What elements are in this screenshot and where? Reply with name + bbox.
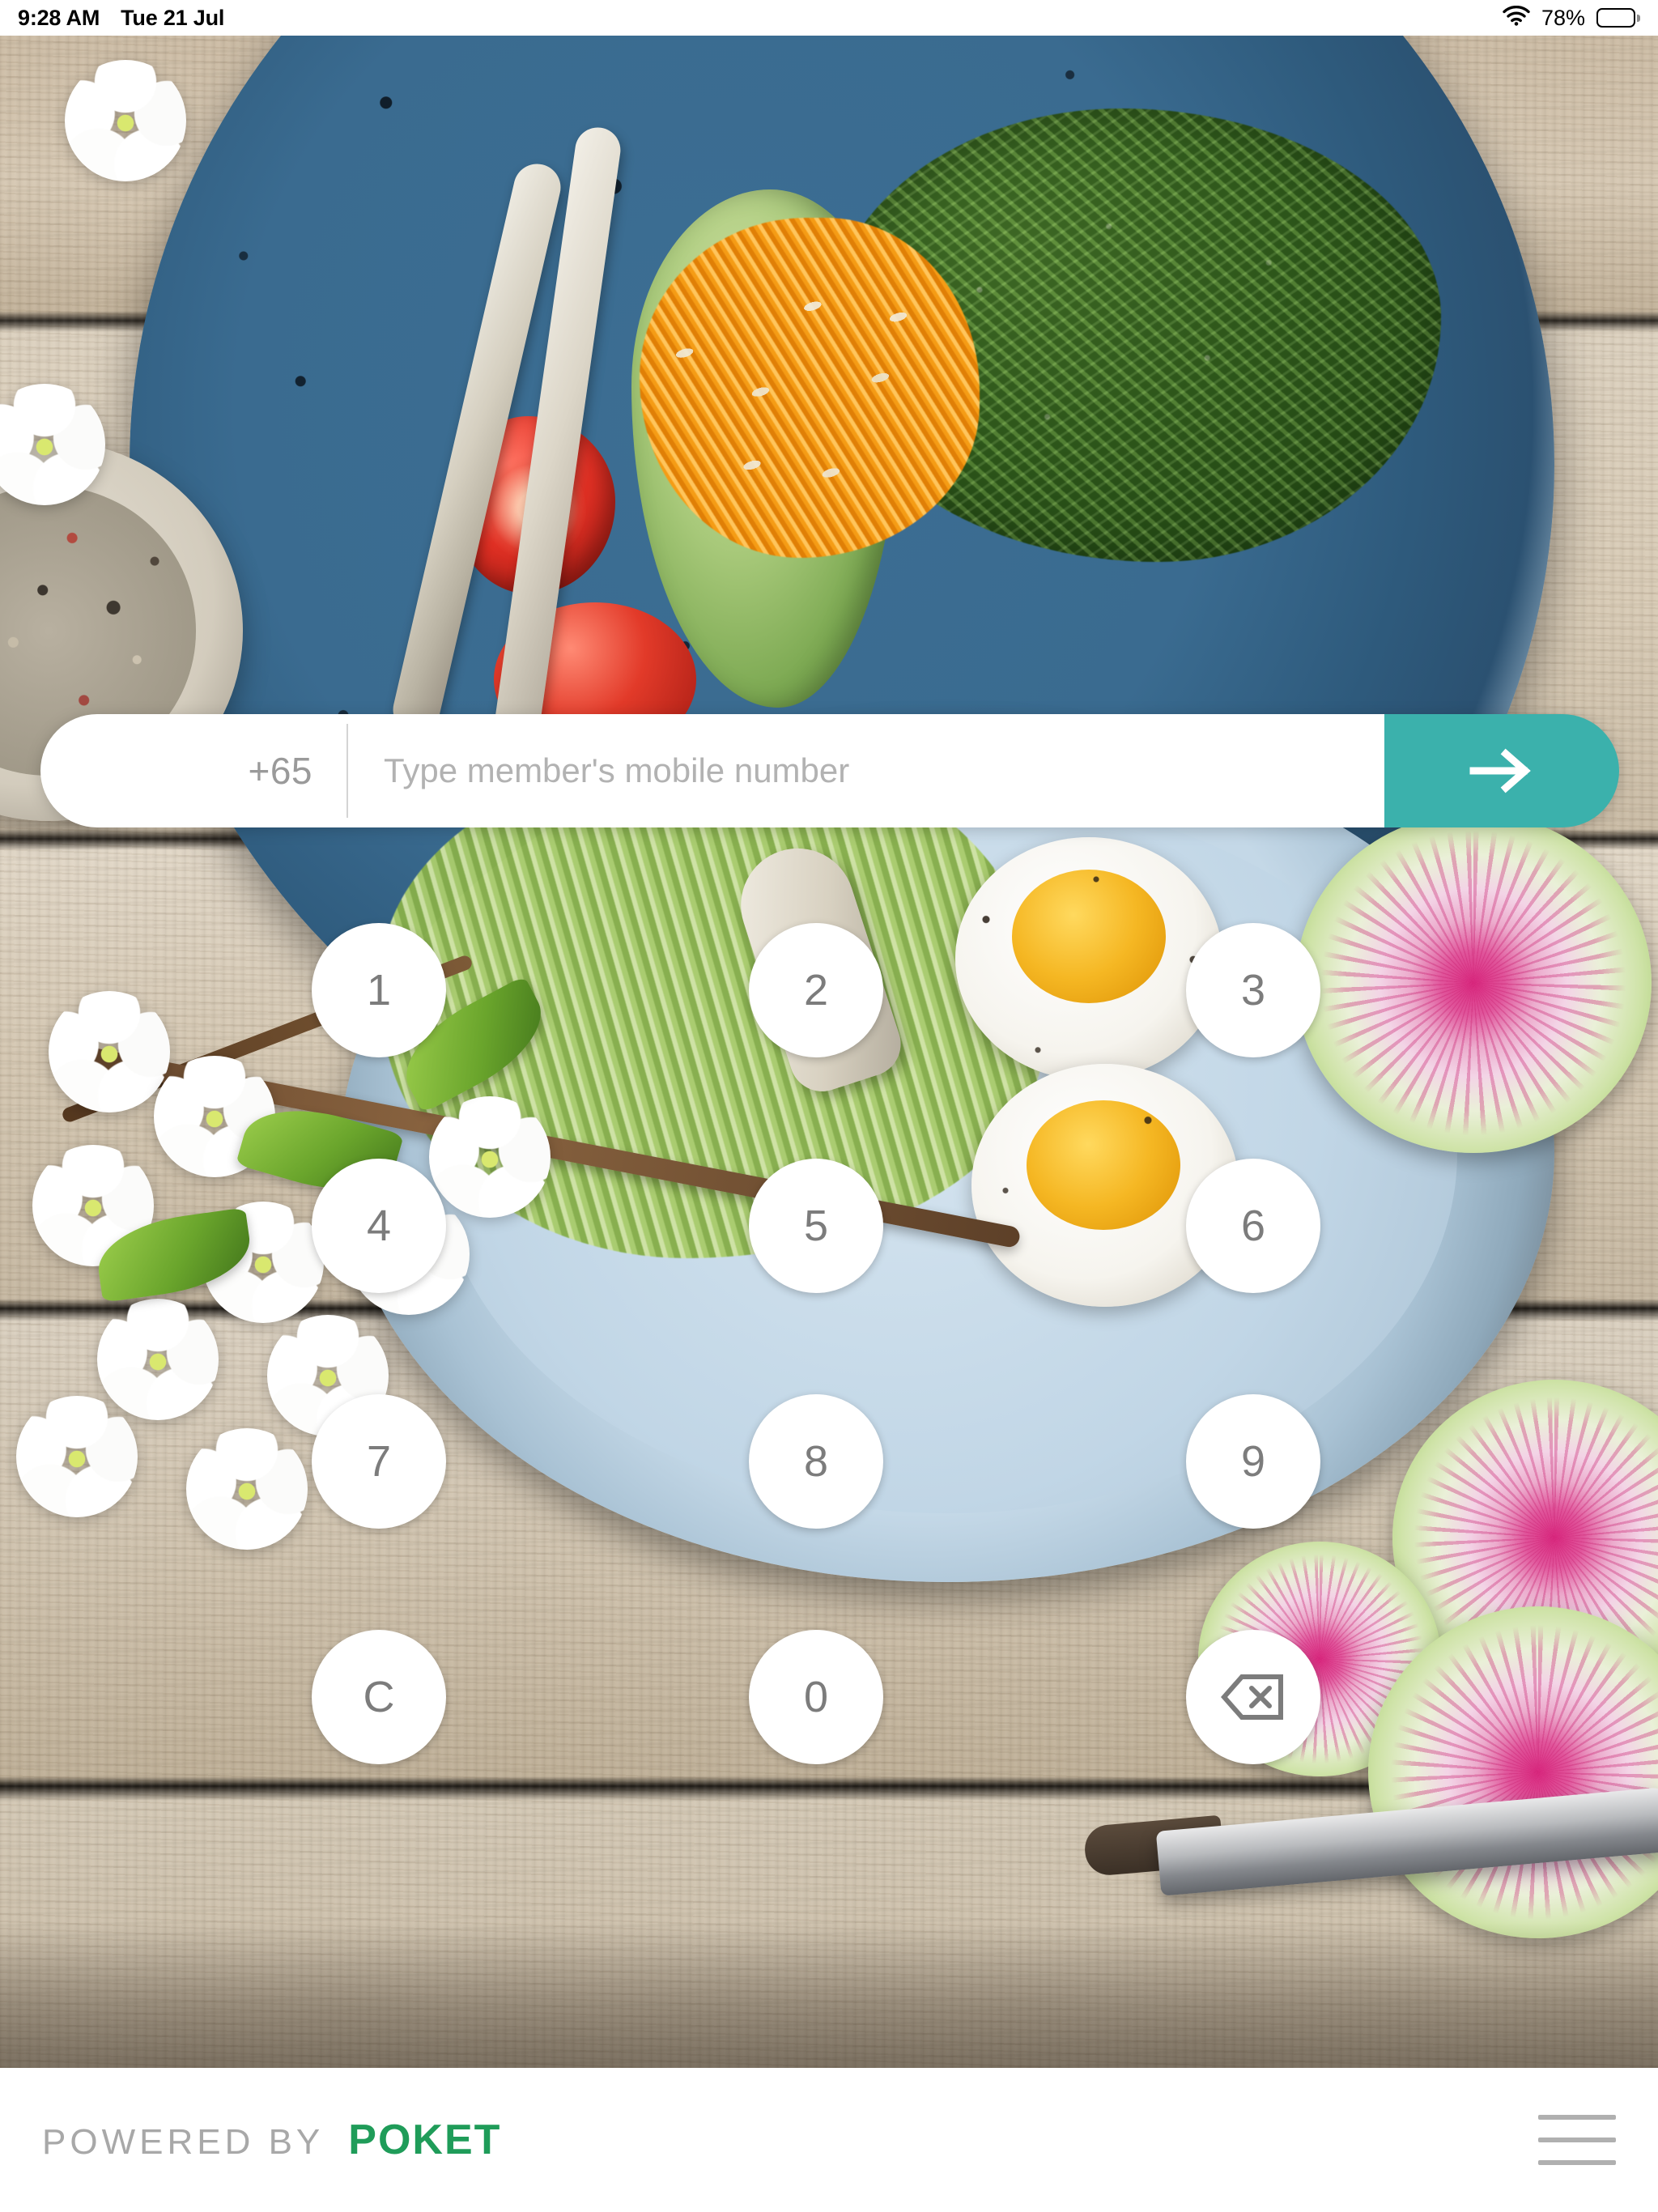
hamburger-menu-icon[interactable] [1538,2101,1616,2179]
footer-bar: POWERED BY POKET [0,2068,1658,2212]
country-code-field[interactable]: +65 [40,714,348,827]
key-6[interactable]: 6 [1186,1159,1320,1293]
menu-bar-2 [1538,2138,1616,2142]
photo-bottom-shadow [0,1922,1658,2068]
key-clear-label: C [363,1673,395,1721]
key-7[interactable]: 7 [312,1394,446,1529]
submit-button[interactable] [1384,714,1619,827]
key-8[interactable]: 8 [749,1394,883,1529]
key-8-label: 8 [803,1437,829,1486]
key-1[interactable]: 1 [312,923,446,1057]
white-blossom [65,60,186,181]
key-1-label: 1 [366,966,392,1015]
white-blossom [16,1396,138,1517]
wifi-icon [1503,5,1530,30]
key-4-label: 4 [366,1202,392,1250]
battery-icon [1596,8,1640,28]
white-blossom [49,991,170,1112]
key-3[interactable]: 3 [1186,923,1320,1057]
numeric-keypad: 1 2 3 4 5 6 7 8 9 C 0 [160,923,1472,1764]
status-bar-left: 9:28 AM Tue 21 Jul [18,6,224,31]
key-0-label: 0 [803,1673,829,1721]
key-2-label: 2 [803,966,829,1015]
status-bar: 9:28 AM Tue 21 Jul 78% [0,0,1658,36]
key-2[interactable]: 2 [749,923,883,1057]
powered-by-block: POWERED BY POKET [42,2116,501,2164]
key-3-label: 3 [1240,966,1266,1015]
key-0[interactable]: 0 [749,1630,883,1764]
status-time: 9:28 AM [18,5,100,30]
country-code-label: +65 [248,750,312,792]
status-date: Tue 21 Jul [121,5,225,30]
poket-logo: POKET [348,2116,502,2163]
key-5-label: 5 [803,1202,829,1250]
menu-bar-3 [1538,2160,1616,2165]
key-backspace[interactable] [1186,1630,1320,1764]
key-9-label: 9 [1240,1437,1266,1486]
mobile-number-input[interactable] [348,714,1384,827]
backspace-icon [1221,1672,1286,1722]
key-clear[interactable]: C [312,1630,446,1764]
key-6-label: 6 [1240,1202,1266,1250]
key-7-label: 7 [366,1437,392,1486]
member-mobile-entry-bar: +65 [40,714,1619,827]
status-bar-right: 78% [1503,6,1640,31]
key-4[interactable]: 4 [312,1159,446,1293]
key-5[interactable]: 5 [749,1159,883,1293]
key-9[interactable]: 9 [1186,1394,1320,1529]
powered-by-label: POWERED BY [42,2122,325,2162]
menu-bar-1 [1538,2115,1616,2120]
arrow-right-icon [1469,747,1535,794]
battery-percent: 78% [1541,5,1585,30]
